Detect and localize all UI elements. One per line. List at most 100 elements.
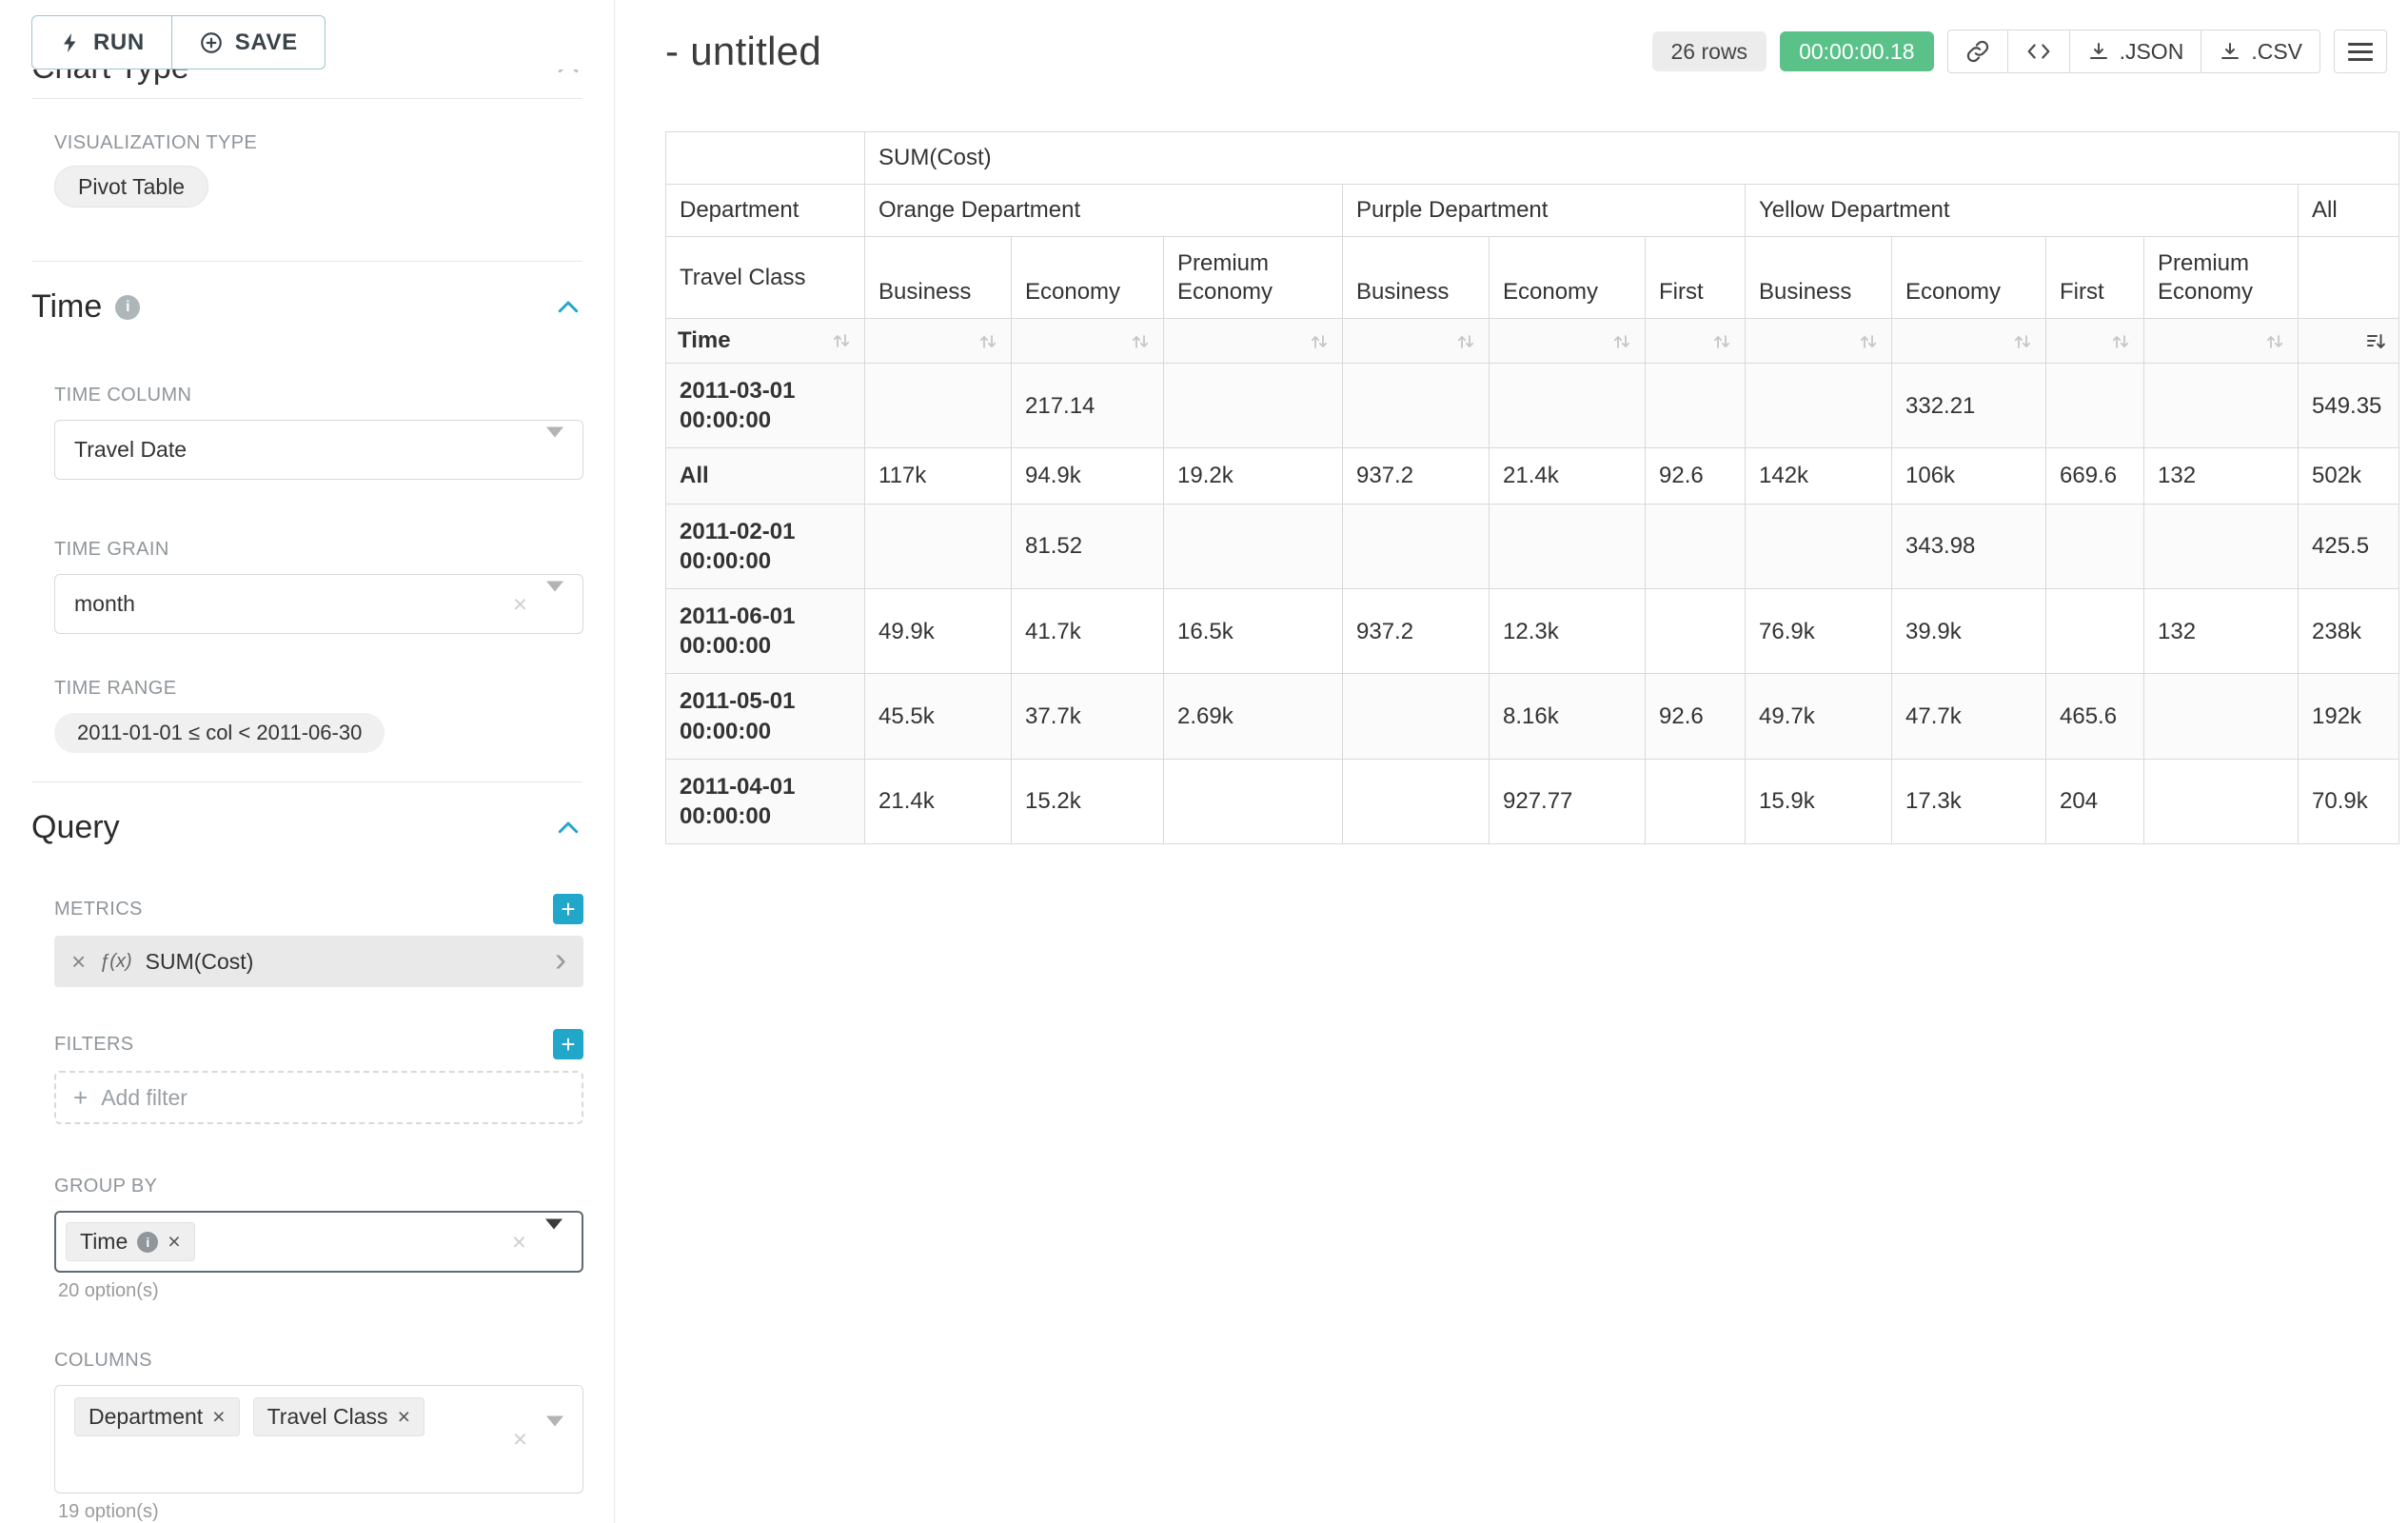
menu-button[interactable] (2334, 30, 2387, 73)
department-group-header: Purple Department (1343, 185, 1746, 237)
sort-header[interactable] (1746, 319, 1892, 364)
pivot-cell: 92.6 (1646, 448, 1746, 504)
run-button-label: RUN (93, 30, 145, 56)
sort-icon (977, 330, 999, 353)
query-section-header[interactable]: Query (31, 809, 582, 846)
time-column-label: TIME COLUMN (54, 385, 582, 406)
pivot-cell (1164, 504, 1343, 588)
download-icon (2087, 40, 2110, 63)
remove-chip-icon[interactable]: × (168, 1229, 180, 1255)
time-sort-header[interactable]: Time (666, 319, 865, 364)
travel-class-col-header: First (2046, 237, 2144, 319)
sort-icon (830, 329, 853, 352)
pivot-cell: 425.5 (2299, 504, 2399, 588)
chevron-down-icon[interactable] (546, 437, 563, 463)
chevron-right-icon[interactable]: › (555, 942, 566, 977)
add-metric-button[interactable]: + (553, 894, 583, 924)
travel-class-col-header: Economy (1012, 237, 1164, 319)
pivot-table-container: SUM(Cost)DepartmentOrange DepartmentPurp… (665, 131, 2408, 844)
remove-chip-icon[interactable]: × (398, 1404, 410, 1430)
clear-all-icon[interactable]: × (513, 1425, 527, 1454)
page-title[interactable]: - untitled (665, 29, 821, 74)
pivot-corner-cell (666, 132, 865, 185)
sort-icon (1610, 330, 1633, 353)
sort-header[interactable] (1012, 319, 1164, 364)
sort-icon (1129, 330, 1152, 353)
chevron-down-icon[interactable] (546, 1427, 563, 1453)
column-chip-department[interactable]: Department × (74, 1397, 240, 1436)
sort-header[interactable] (865, 319, 1012, 364)
download-csv-button[interactable]: .CSV (2201, 30, 2320, 73)
sort-header[interactable] (1646, 319, 1746, 364)
travel-class-col-header: Premium Economy (2144, 237, 2299, 319)
pivot-cell (1343, 504, 1490, 588)
sort-header[interactable] (1892, 319, 2046, 364)
filters-label: FILTERS (54, 1034, 134, 1056)
visualization-type-pill[interactable]: Pivot Table (54, 166, 208, 208)
sort-header[interactable] (1164, 319, 1343, 364)
time-section-header[interactable]: Time i (31, 288, 582, 326)
pivot-row-header: 2011-03-01 00:00:00 (666, 364, 865, 448)
pivot-cell: 39.9k (1892, 588, 2046, 673)
divider (31, 261, 582, 262)
embed-code-button[interactable] (2007, 30, 2070, 73)
pivot-cell: 15.2k (1012, 759, 1164, 843)
group-by-chip[interactable]: Time i × (66, 1222, 195, 1261)
link-icon (1965, 39, 1990, 64)
save-button[interactable]: SAVE (171, 15, 326, 69)
chevron-down-icon[interactable] (546, 591, 563, 617)
column-chip-travel-class[interactable]: Travel Class × (253, 1397, 424, 1436)
pivot-cell: 132 (2144, 588, 2299, 673)
chart-header: - untitled 26 rows 00:00:00.18 .JSON .CS… (665, 29, 2408, 74)
sort-header[interactable] (2144, 319, 2299, 364)
remove-metric-icon[interactable]: × (71, 947, 86, 977)
travel-class-col-header: First (1646, 237, 1746, 319)
chevron-down-icon[interactable] (545, 1229, 563, 1255)
pivot-cell: 937.2 (1343, 448, 1490, 504)
clear-icon[interactable]: × (513, 589, 527, 619)
pivot-row: 2011-06-01 00:00:0049.9k41.7k16.5k937.21… (666, 588, 2399, 673)
pivot-row: All117k94.9k19.2k937.221.4k92.6142k106k6… (666, 448, 2399, 504)
run-button[interactable]: RUN (31, 15, 172, 69)
group-by-select[interactable]: Time i × × (54, 1211, 583, 1273)
pivot-cell: 927.77 (1490, 759, 1646, 843)
travel-class-col-header: Business (1343, 237, 1490, 319)
pivot-cell: 19.2k (1164, 448, 1343, 504)
time-column-select[interactable]: Travel Date (54, 420, 583, 480)
metric-chip[interactable]: × ƒ(x) SUM(Cost) › (54, 936, 583, 987)
chevron-up-icon[interactable] (554, 293, 582, 322)
time-range-pill[interactable]: 2011-01-01 ≤ col < 2011-06-30 (54, 713, 385, 753)
pivot-cell (1646, 504, 1746, 588)
pivot-cell: 15.9k (1746, 759, 1892, 843)
time-grain-select[interactable]: month × (54, 574, 583, 634)
sort-header[interactable] (2046, 319, 2144, 364)
pivot-cell: 343.98 (1892, 504, 2046, 588)
pivot-cell (1646, 588, 1746, 673)
pivot-cell: 502k (2299, 448, 2399, 504)
chevron-up-icon[interactable] (554, 814, 582, 842)
sort-header[interactable] (1343, 319, 1490, 364)
add-filter-button[interactable]: + (553, 1029, 583, 1059)
add-filter-box[interactable]: + Add filter (54, 1071, 583, 1124)
download-json-button[interactable]: .JSON (2069, 30, 2202, 73)
add-filter-placeholder: Add filter (101, 1085, 188, 1111)
remove-chip-icon[interactable]: × (212, 1404, 225, 1430)
clear-all-icon[interactable]: × (512, 1227, 526, 1256)
sort-icon (1454, 330, 1477, 353)
pivot-cell (865, 504, 1012, 588)
column-info-icon: i (137, 1232, 158, 1253)
chart-panel: - untitled 26 rows 00:00:00.18 .JSON .CS… (615, 0, 2408, 1523)
travel-class-col-header: Business (865, 237, 1012, 319)
sort-header[interactable] (2299, 319, 2399, 364)
export-button-group: .JSON .CSV (1947, 30, 2320, 73)
pivot-cell (1646, 364, 1746, 448)
sort-header[interactable] (1490, 319, 1646, 364)
pivot-cell: 117k (865, 448, 1012, 504)
pivot-cell (1164, 364, 1343, 448)
copy-link-button[interactable] (1947, 30, 2008, 73)
pivot-cell: 204 (2046, 759, 2144, 843)
timer-badge: 00:00:00.18 (1780, 31, 1934, 71)
sort-icon (2263, 330, 2286, 353)
travel-class-header: Travel Class (666, 237, 865, 319)
columns-select[interactable]: Department × Travel Class × × (54, 1385, 583, 1493)
